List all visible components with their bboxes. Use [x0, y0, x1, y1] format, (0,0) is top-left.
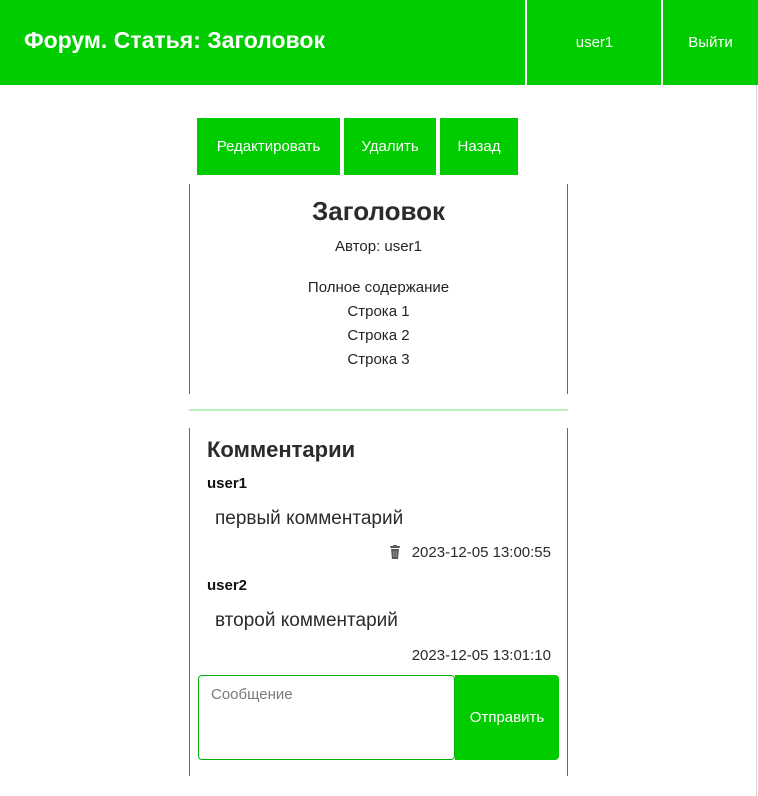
article-title: Заголовок — [311, 196, 446, 226]
edit-button[interactable]: Редактировать — [197, 118, 340, 175]
comment-meta: 2023-12-05 13:00:55 — [388, 544, 551, 561]
article-body: Полное содержание Строка 1 Строка 2 Стро… — [190, 276, 567, 372]
comment-author: user2 — [207, 577, 248, 594]
comments-heading: Комментарии — [207, 437, 356, 462]
comment-timestamp: 2023-12-05 13:00:55 — [411, 544, 551, 561]
article-line: Строка 3 — [347, 351, 410, 368]
comment-text: первый комментарий — [215, 508, 404, 529]
back-button[interactable]: Назад — [440, 118, 518, 175]
page-title: Форум. Статья: Заголовок — [24, 27, 325, 53]
article-line: Полное содержание — [307, 279, 450, 296]
comment-text: второй комментарий — [215, 610, 398, 631]
delete-button[interactable]: Удалить — [344, 118, 436, 175]
article-line: Строка 1 — [347, 303, 410, 320]
send-button[interactable]: Отправить — [455, 675, 559, 760]
article-card: Заголовок Автор: user1 Полное содержание… — [189, 184, 568, 394]
article-author: Автор: user1 — [335, 238, 422, 255]
logout-link[interactable]: Выйти — [661, 0, 758, 85]
section-divider — [189, 409, 568, 411]
comments-section: Комментарии user1 первый комментарий 202… — [189, 428, 568, 776]
top-navbar: Форум. Статья: Заголовок user1 Выйти — [0, 0, 758, 85]
trash-icon[interactable] — [388, 545, 402, 560]
comment-meta: 2023-12-05 13:01:10 — [412, 647, 551, 664]
article-line: Строка 2 — [347, 327, 410, 344]
page-edge-divider — [756, 85, 757, 796]
comment-author: user1 — [207, 475, 248, 492]
message-input[interactable] — [198, 675, 455, 760]
comment-timestamp: 2023-12-05 13:01:10 — [411, 647, 551, 664]
nav-user-link[interactable]: user1 — [525, 0, 662, 85]
